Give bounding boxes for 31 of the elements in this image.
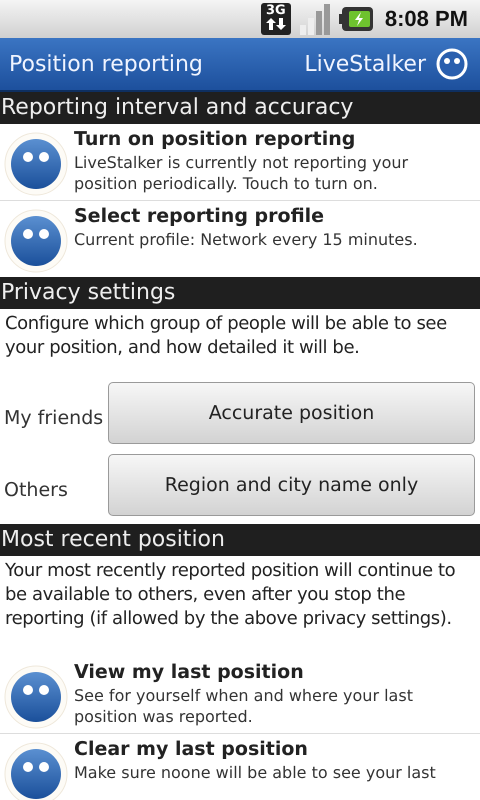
battery-icon xyxy=(338,7,373,31)
status-time: 8:08 PM xyxy=(384,6,468,32)
screen-title: Position reporting xyxy=(9,52,204,76)
option-button[interactable]: Accurate position xyxy=(108,382,475,444)
item-title: Clear my last position xyxy=(74,737,309,762)
section-description: Configure which group of people will be able to see your position, and how detailed it will be. xyxy=(4,312,448,360)
option-button[interactable]: Region and city name only xyxy=(108,454,475,516)
list-item[interactable]: Select reporting profile Current profile: Network every 15 minutes. xyxy=(0,201,480,277)
list-item[interactable]: View my last position See for yourself when and where your last position was reported. xyxy=(0,657,480,734)
list-item[interactable]: Turn on position reporting LiveStalker is currently not reporting your position periodically. Touch to turn on. xyxy=(0,124,480,201)
item-title: View my last position xyxy=(74,660,305,685)
item-summary: Current profile: Network every 15 minutes. xyxy=(74,229,419,250)
section-header: Reporting interval and accuracy xyxy=(0,92,480,124)
setting-label: Others xyxy=(4,478,69,501)
item-summary: Make sure noone will be able to see your last xyxy=(74,762,437,783)
signal-icon xyxy=(298,3,331,35)
app-logo-icon xyxy=(436,48,468,80)
item-title: Turn on position reporting xyxy=(74,127,356,152)
section-header: Privacy settings xyxy=(0,277,480,309)
section-description: Your most recently reported position will continue to be available to others, even after you stop the reporting (if allowed by the above privacy settings). xyxy=(4,559,456,631)
smiley-icon xyxy=(4,209,68,273)
list-item[interactable]: Clear my last position Make sure noone will be able to see your last xyxy=(0,734,480,800)
section-header: Most recent position xyxy=(0,524,480,556)
item-summary: See for yourself when and where your last position was reported. xyxy=(74,685,414,727)
setting-label: My friends xyxy=(4,406,104,429)
item-summary: LiveStalker is currently not reporting your position periodically. Touch to turn on. xyxy=(74,152,410,194)
smiley-icon xyxy=(4,132,68,196)
app-name: LiveStalker xyxy=(304,52,426,76)
network-icon: 3G xyxy=(260,3,291,35)
smiley-icon xyxy=(4,665,68,729)
item-title: Select reporting profile xyxy=(74,204,326,229)
